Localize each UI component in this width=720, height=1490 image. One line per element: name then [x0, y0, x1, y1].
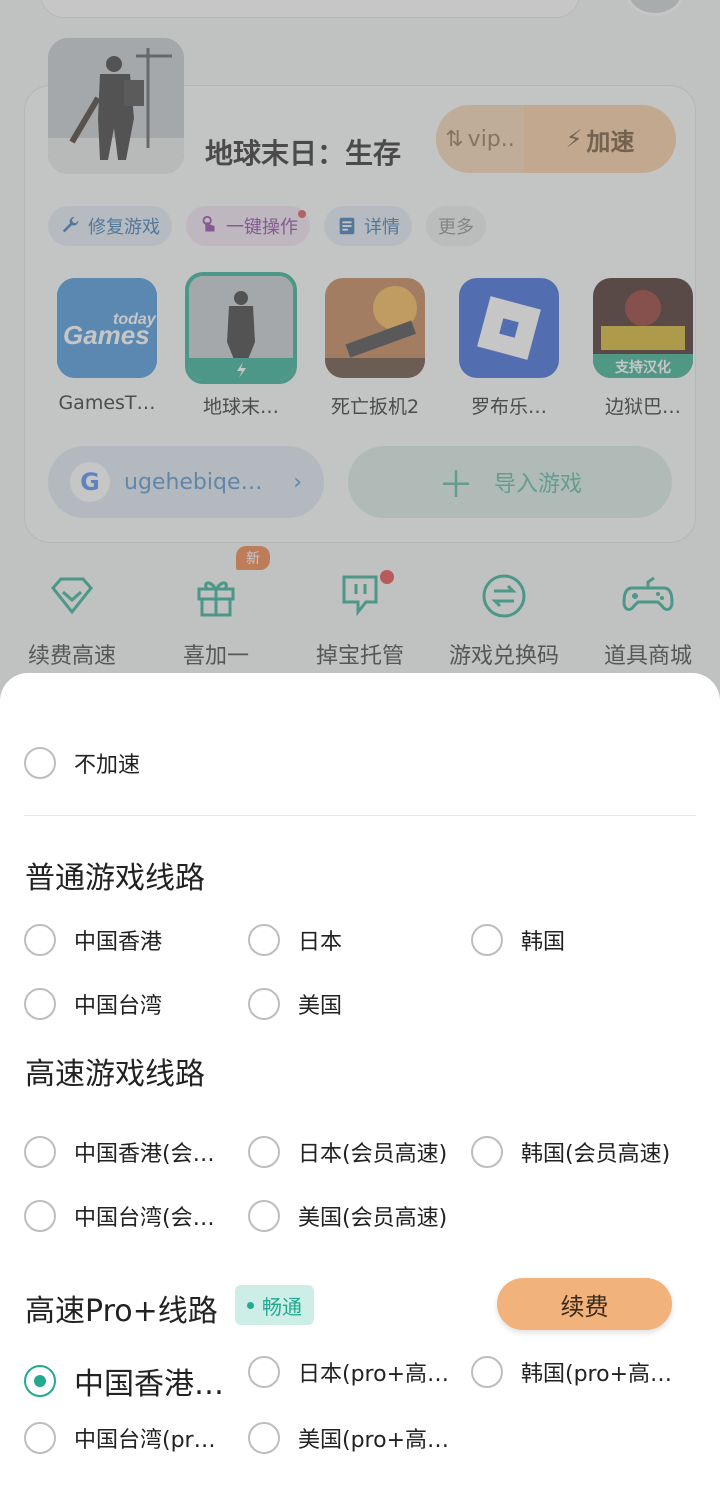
radio-button[interactable]	[24, 924, 56, 956]
radio-button[interactable]	[248, 1200, 280, 1232]
radio-button[interactable]	[471, 924, 503, 956]
normal-lines-title: 普通游戏线路	[25, 861, 205, 896]
radio-button[interactable]	[248, 1136, 280, 1168]
radio-button[interactable]	[248, 1356, 280, 1388]
line-option-fast-jp[interactable]: 日本(会员高速)	[248, 1136, 447, 1168]
divider	[24, 815, 696, 816]
radio-button[interactable]	[24, 988, 56, 1020]
radio-button[interactable]	[471, 1356, 503, 1388]
pro-lines-title: 高速Pro+线路	[25, 1294, 218, 1329]
line-option-fast-us[interactable]: 美国(会员高速)	[248, 1200, 447, 1232]
line-option-normal-jp[interactable]: 日本	[248, 924, 342, 956]
line-option-fast-hk[interactable]: 中国香港(会…	[24, 1136, 215, 1168]
radio-button[interactable]	[24, 1136, 56, 1168]
line-option-normal-us[interactable]: 美国	[248, 988, 342, 1020]
radio-button[interactable]	[248, 1422, 280, 1454]
status-dot-icon	[247, 1301, 254, 1309]
line-option-normal-tw[interactable]: 中国台湾	[24, 988, 162, 1020]
radio-button[interactable]	[471, 1136, 503, 1168]
line-option-normal-hk[interactable]: 中国香港	[24, 924, 162, 956]
radio-button[interactable]	[24, 747, 56, 779]
radio-button[interactable]	[248, 988, 280, 1020]
line-option-normal-kr[interactable]: 韩国	[471, 924, 565, 956]
radio-button[interactable]	[248, 924, 280, 956]
line-option-pro-us[interactable]: 美国(pro+高…	[248, 1422, 449, 1454]
line-option-pro-jp[interactable]: 日本(pro+高…	[248, 1356, 449, 1388]
renew-button[interactable]: 续费	[497, 1278, 672, 1330]
status-badge: 畅通	[235, 1285, 314, 1325]
radio-button[interactable]	[24, 1422, 56, 1454]
radio-button[interactable]	[24, 1200, 56, 1232]
fast-lines-title: 高速游戏线路	[25, 1057, 205, 1092]
no-accel-option[interactable]: 不加速	[24, 747, 140, 779]
line-option-pro-kr[interactable]: 韩国(pro+高…	[471, 1356, 672, 1388]
line-option-fast-tw[interactable]: 中国台湾(会…	[24, 1200, 215, 1232]
radio-button-checked[interactable]	[24, 1365, 56, 1397]
line-option-pro-hk[interactable]: 中国香港…	[24, 1359, 224, 1403]
line-option-pro-tw[interactable]: 中国台湾(pr…	[24, 1422, 216, 1454]
line-option-fast-kr[interactable]: 韩国(会员高速)	[471, 1136, 670, 1168]
